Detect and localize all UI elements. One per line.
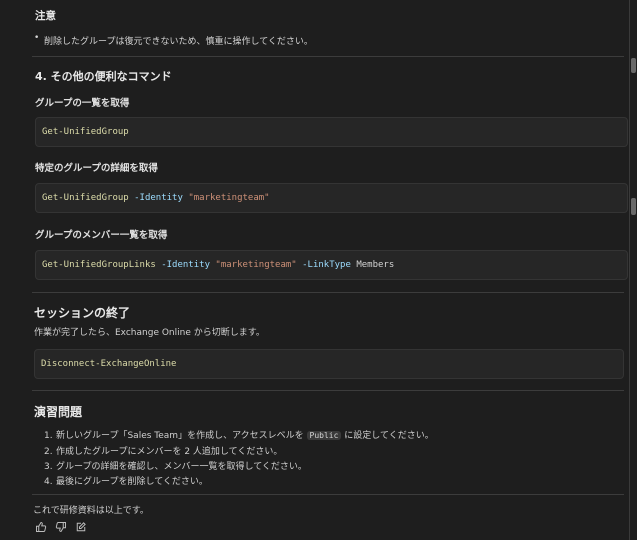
edit-icon [76,522,86,532]
code-value2: Members [356,260,395,270]
divider [32,292,624,293]
scroll-thumb[interactable] [631,58,636,73]
thumbs-up-icon [36,522,47,532]
subheading-members: グループのメンバー一覧を取得 [35,230,168,241]
note-bullet: 削除したグループは復元できないため、慎重に操作してください。 [34,33,313,47]
item-text: 最後にグループを削除してください。 [56,477,208,487]
item-number: 2. [44,447,53,457]
divider [32,56,624,57]
chat-window: 注意 削除したグループは復元できないため、慎重に操作してください。 4. その他… [0,0,637,540]
code-block-disconnect[interactable]: Disconnect-ExchangeOnline [34,349,624,379]
scroll-marker [631,198,636,215]
divider [32,494,624,495]
code-string: "marketingteam" [188,193,270,203]
code-cmd: Disconnect-ExchangeOnline [41,359,177,369]
item-number: 3. [44,462,53,472]
scrollbar[interactable] [630,0,637,540]
closing-text: これで研修資料は以上です。 [33,506,149,516]
thumbs-down-button[interactable] [54,520,68,534]
inline-code: Public [306,431,342,440]
code-cmd: Get-UnifiedGroup [42,127,129,137]
exercises-heading: 演習問題 [34,405,83,419]
item-text: 新しいグループ「Sales Team」を作成し、アクセスレベルを [56,431,304,441]
divider [32,390,624,391]
exercise-item-2: 2. 作成したグループにメンバーを 2 人追加してください。 [44,444,282,457]
exercise-item-3: 3. グループの詳細を確認し、メンバー一覧を取得してください。 [44,459,307,472]
exercise-item-4: 4. 最後にグループを削除してください。 [44,474,208,487]
thumbs-down-icon [55,522,66,532]
item-number: 1. [44,431,53,441]
code-cmd: Get-UnifiedGroupLinks [42,260,156,270]
code-block-list[interactable]: Get-UnifiedGroup [35,117,628,147]
item-text: に設定してください。 [344,431,434,441]
thumbs-up-button[interactable] [34,520,48,534]
code-param: -Identity [134,193,183,203]
message-actions [34,520,88,534]
code-param2: -LinkType [302,260,351,270]
subheading-list: グループの一覧を取得 [35,98,130,109]
code-param: -Identity [161,260,210,270]
code-block-detail[interactable]: Get-UnifiedGroup -Identity "marketingtea… [35,183,628,213]
note-title: 注意 [35,10,56,22]
item-number: 4. [44,477,53,487]
exercise-item-1: 1. 新しいグループ「Sales Team」を作成し、アクセスレベルを Publi… [44,428,434,441]
code-block-members[interactable]: Get-UnifiedGroupLinks -Identity "marketi… [35,250,628,280]
session-end-text: 作業が完了したら、Exchange Online から切断します。 [34,328,265,338]
item-text: グループの詳細を確認し、メンバー一覧を取得してください。 [56,462,307,472]
subheading-detail: 特定のグループの詳細を取得 [35,163,158,174]
section-heading: 4. その他の便利なコマンド [35,70,172,83]
code-string: "marketingteam" [215,260,297,270]
item-text: 作成したグループにメンバーを 2 人追加してください。 [56,447,283,457]
session-end-heading: セッションの終了 [34,306,131,320]
edit-button[interactable] [74,520,88,534]
code-cmd: Get-UnifiedGroup [42,193,129,203]
